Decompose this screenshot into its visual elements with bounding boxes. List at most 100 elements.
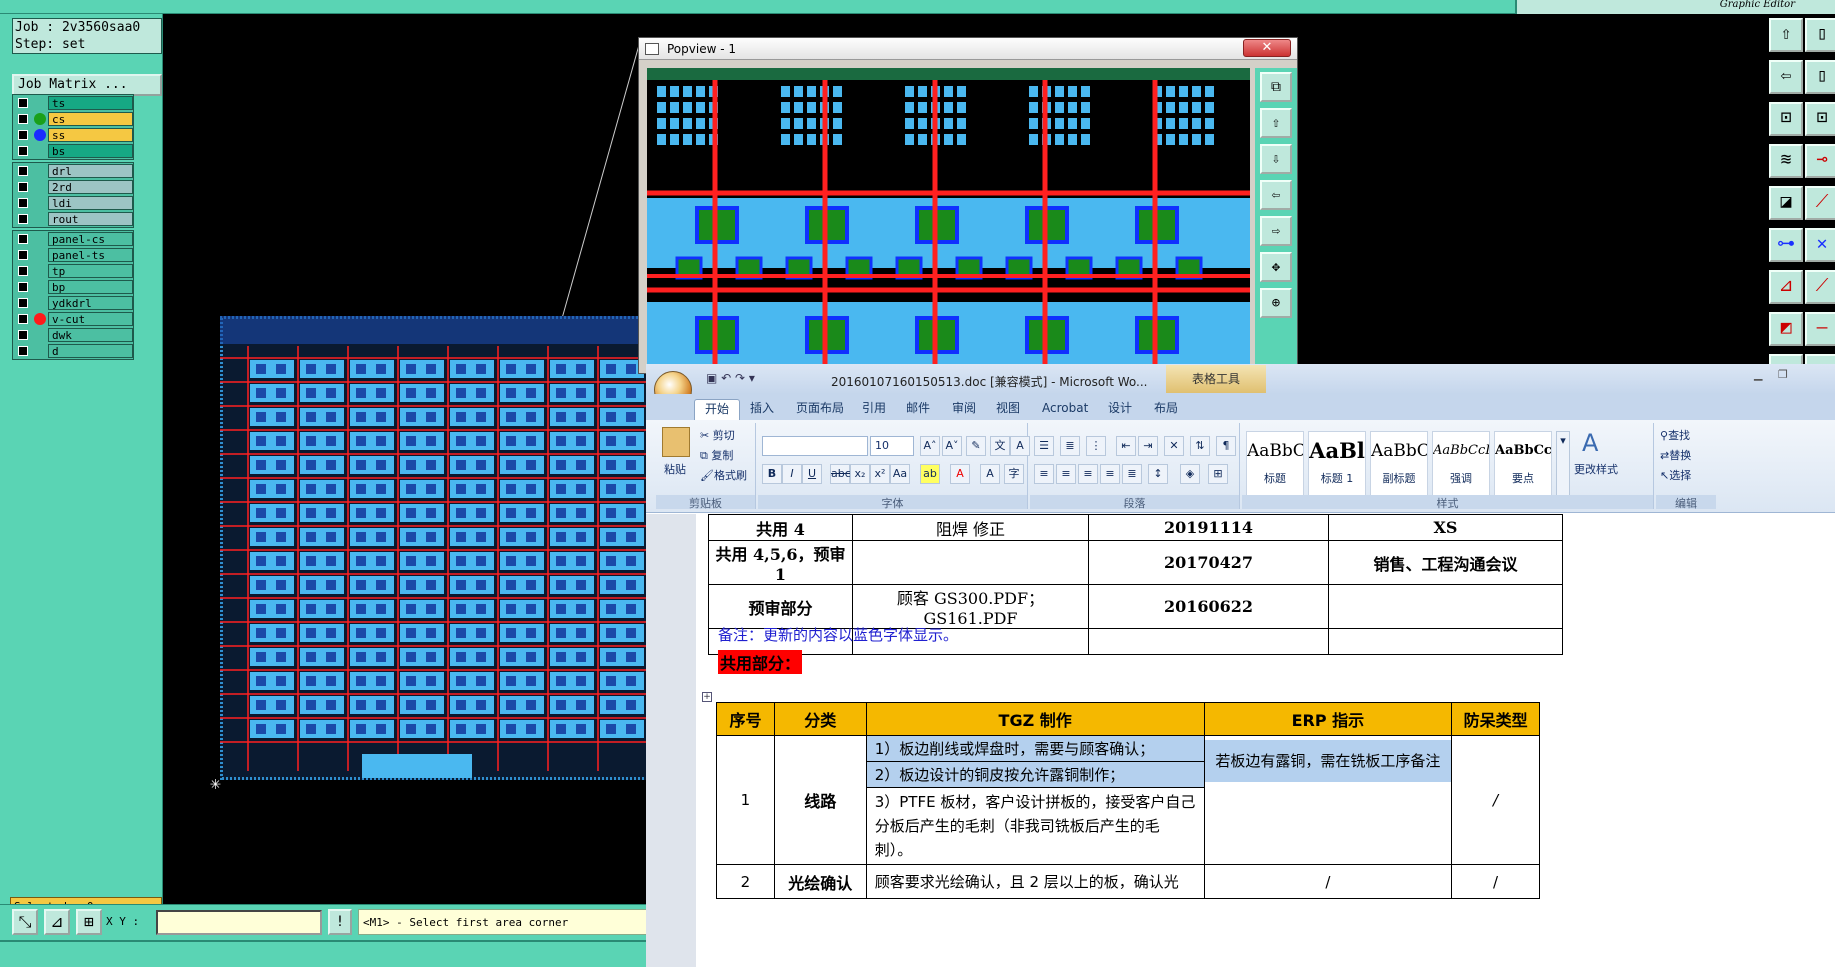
increase-indent-icon[interactable]: ⇥ [1138,436,1158,456]
tool-icon[interactable]: — [1805,312,1835,346]
font-color-icon[interactable]: A [950,464,970,484]
paste-button[interactable]: 粘贴 [664,461,686,477]
layer-checkbox[interactable] [18,266,28,276]
tool-icon[interactable]: ⟋ [1805,186,1835,220]
layer-checkbox[interactable] [18,330,28,340]
style-item[interactable]: AaBbCcD 标题 [1246,431,1304,497]
document-page[interactable]: 共用 4 阻焊 修正 20191114 XS 共用 4,5,6，预审 1 20170427… [696,514,1835,967]
quick-access-icons[interactable]: ▣ ↶ ↷ ▾ [706,371,755,385]
multilevel-icon[interactable]: ⋮ [1086,436,1106,456]
measure-icon[interactable]: ⊿ [1769,270,1803,304]
subscript-icon[interactable]: x₂ [850,464,870,484]
close-button[interactable]: ✕ [1243,39,1291,57]
layer-checkbox[interactable] [18,250,28,260]
style-item[interactable]: AaBbCcDa 强调 [1432,431,1490,497]
find-button[interactable]: ⚲查找 [1660,427,1690,443]
distribute-icon[interactable]: ≣ [1122,464,1142,484]
pan-down-icon[interactable]: ⇩ [1260,144,1292,174]
layer-checkbox[interactable] [18,98,28,108]
style-item[interactable]: AaBbCcD 要点 [1494,431,1552,497]
align-right-icon[interactable]: ≡ [1078,464,1098,484]
cut-button[interactable]: ✂ 剪切 [700,427,735,443]
layer-row[interactable]: cs [13,111,133,127]
tool-icon[interactable]: ⊡ [1805,102,1835,136]
layer-row[interactable]: ts [13,95,133,111]
layer-row[interactable]: bp [13,279,133,295]
numbering-icon[interactable]: ≣ [1060,436,1080,456]
layer-checkbox[interactable] [18,214,28,224]
change-styles-button[interactable]: 更改样式 [1574,461,1618,477]
center-icon[interactable]: ⊕ [1260,288,1292,318]
align-center-icon[interactable]: ≡ [1056,464,1076,484]
clear-format-icon[interactable]: ✎ [966,436,986,456]
connect-icon[interactable]: ⊶ [1769,228,1803,262]
tool-icon[interactable]: ▯ [1805,60,1835,94]
layer-checkbox[interactable] [18,166,28,176]
layer-row[interactable]: 2rd [13,179,133,195]
ribbon-tab[interactable]: 审阅 [952,399,976,420]
layer-row[interactable]: drl [13,163,133,179]
window-controls[interactable]: ▁ ❐ [1754,368,1794,381]
replace-button[interactable]: ⇄替换 [1660,447,1691,463]
layer-checkbox[interactable] [18,182,28,192]
change-case-icon[interactable]: Aa [890,464,910,484]
layer-checkbox[interactable] [18,282,28,292]
select-button[interactable]: ↖选择 [1660,467,1691,483]
fit-icon[interactable]: ⊡ [1769,102,1803,136]
job-matrix-button[interactable]: Job Matrix ... [12,74,162,96]
layer-row[interactable]: tp [13,263,133,279]
font-name-select[interactable] [762,436,868,456]
layer-checkbox[interactable] [18,146,28,156]
move-up-icon[interactable]: ⇧ [1769,18,1803,52]
style-item[interactable]: AaBbC 副标题 [1370,431,1428,497]
zoom-icon[interactable]: ⧉ [1260,72,1292,102]
table-move-handle-icon[interactable]: + [702,692,712,702]
layer-row[interactable]: dwk [13,327,133,343]
layer-row[interactable]: ss [13,127,133,143]
zoom-area-icon[interactable]: ⊿ [44,909,70,935]
ribbon-tab[interactable]: 邮件 [906,399,930,420]
grow-font-icon[interactable]: A˄ [920,436,940,456]
prompt-button[interactable]: ! [328,909,352,935]
ribbon-tab[interactable]: Acrobat [1042,399,1088,420]
format-painter-button[interactable]: 🖌格式刷 [700,467,747,483]
bold-icon[interactable]: B [762,464,782,484]
font-size-select[interactable]: 10 [870,436,914,456]
ribbon-tab[interactable]: 页面布局 [796,399,844,420]
char-shading-icon[interactable]: A [980,464,1000,484]
layer-row[interactable]: ydkdrl [13,295,133,311]
layer-checkbox[interactable] [18,198,28,208]
superscript-icon[interactable]: x² [870,464,890,484]
italic-icon[interactable]: I [782,464,802,484]
layer-row[interactable]: bs [13,143,133,159]
enclose-char-icon[interactable]: 字 [1004,464,1024,484]
ribbon-tab[interactable]: 设计 [1108,399,1132,420]
layer-row[interactable]: d [13,343,133,359]
styles-scroll-icon[interactable]: ▾ [1556,431,1570,497]
layer-checkbox[interactable] [18,298,28,308]
highlight-icon[interactable]: ab [920,464,940,484]
layer-checkbox[interactable] [18,234,28,244]
ribbon-tab[interactable]: 视图 [996,399,1020,420]
pcb-panel-view[interactable] [220,316,650,780]
line-spacing-icon[interactable]: ↕ [1148,464,1168,484]
char-border-icon[interactable]: A [1010,436,1030,456]
tool-icon[interactable]: ⊸ [1805,144,1835,178]
paste-icon[interactable] [662,427,690,457]
layer-row[interactable]: v-cut [13,311,133,327]
layer-checkbox[interactable] [18,114,28,124]
bullets-icon[interactable]: ☰ [1034,436,1054,456]
show-marks-icon[interactable]: ¶ [1216,436,1236,456]
tool-icon[interactable]: ▯ [1805,18,1835,52]
shading-icon[interactable]: ◈ [1180,464,1200,484]
pan-up-icon[interactable]: ⇧ [1260,108,1292,138]
pan-left-icon[interactable]: ⇦ [1260,180,1292,210]
table-tools-tab[interactable]: 表格工具 [1166,365,1266,393]
ribbon-tab[interactable]: 插入 [750,399,774,420]
underline-icon[interactable]: U [802,464,822,484]
layer-checkbox[interactable] [18,314,28,324]
borders-icon[interactable]: ⊞ [1208,464,1228,484]
asian-layout-icon[interactable]: ✕ [1164,436,1184,456]
copy-button[interactable]: ⧉ 复制 [700,447,733,463]
pan-right-icon[interactable]: ⇨ [1260,216,1292,246]
